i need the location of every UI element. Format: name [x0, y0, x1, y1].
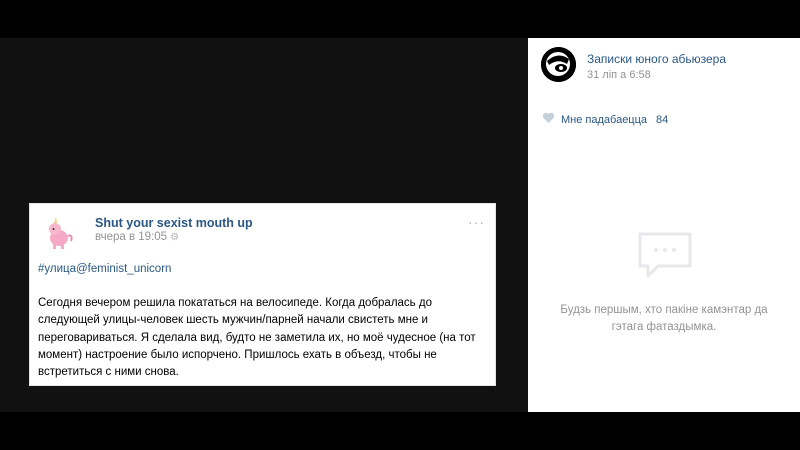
post-body-text: Сегодня вечером решила покататься на вел…	[38, 297, 476, 379]
like-button[interactable]: Мне падабаецца 84	[542, 112, 668, 127]
post-screenshot-card: Shut your sexist mouth up вчера в 19:05 …	[29, 203, 496, 386]
empty-comments-line-1: Будзь першым, хто пакіне камэнтар да	[560, 304, 768, 316]
heart-icon	[542, 112, 555, 127]
like-count: 84	[656, 113, 669, 126]
like-label: Мне падабаецца	[561, 113, 648, 126]
photo-area[interactable]: Shut your sexist mouth up вчера в 19:05 …	[0, 38, 528, 412]
gear-icon: ⚙	[170, 231, 180, 243]
community-name-link[interactable]: Записки юного абьюзера	[587, 52, 726, 66]
comment-bubble-icon	[636, 230, 694, 287]
photo-viewer-frame: Shut your sexist mouth up вчера в 19:05 …	[0, 0, 800, 450]
more-options-icon: ···	[468, 214, 485, 230]
post-time: вчера в 19:05 ⚙	[95, 231, 179, 243]
photo-sidebar: Записки юного абьюзера 31 ліп а 6:58 Мне…	[528, 38, 800, 412]
photo-date[interactable]: 31 ліп а 6:58	[587, 69, 651, 81]
post-author-name[interactable]: Shut your sexist mouth up	[95, 216, 253, 230]
empty-comments-message: Будзь першым, хто пакіне камэнтар да гэт…	[528, 302, 800, 336]
empty-comments-line-2: гэтага фатаздымка.	[611, 321, 717, 333]
post-time-text: вчера в 19:05	[95, 231, 168, 243]
pink-unicorn-icon	[40, 214, 78, 252]
black-white-avatar-icon[interactable]	[541, 47, 576, 82]
post-hashtag: #улица@feminist_unicorn	[38, 263, 172, 275]
